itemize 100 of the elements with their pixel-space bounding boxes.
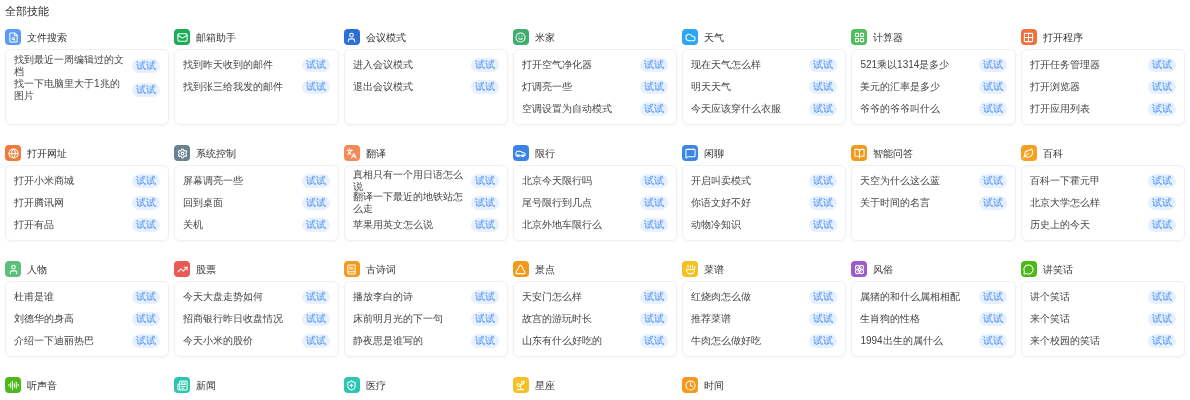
try-button[interactable]: 试试 [1148, 102, 1176, 116]
try-button[interactable]: 试试 [132, 218, 161, 232]
try-button[interactable]: 试试 [470, 80, 499, 94]
try-button[interactable]: 试试 [809, 102, 838, 116]
example-query: 打开小米商城 [14, 175, 74, 187]
try-button[interactable]: 试试 [640, 218, 669, 232]
try-button[interactable]: 试试 [978, 174, 1007, 188]
try-button[interactable]: 试试 [132, 59, 161, 73]
try-button[interactable]: 试试 [978, 196, 1007, 210]
example-query: 找一下电脑里大于1兆的图片 [14, 78, 121, 102]
example-query: 尾号限行到几点 [521, 197, 592, 209]
try-button[interactable]: 试试 [132, 174, 161, 188]
example-query: 1994出生的属什么 [860, 335, 943, 347]
example-query: 静夜思是谁写的 [352, 335, 423, 347]
try-button[interactable]: 试试 [1148, 80, 1176, 94]
example-query: 刘德华的身高 [14, 313, 74, 325]
example-query: 打开有品 [14, 219, 54, 231]
try-button[interactable]: 试试 [1148, 312, 1176, 326]
example-query: 牛肉怎么做好吃 [691, 335, 762, 347]
example-query: 故宫的游玩时长 [521, 313, 592, 325]
try-button[interactable]: 试试 [470, 312, 499, 326]
try-button[interactable]: 试试 [640, 174, 669, 188]
try-button[interactable]: 试试 [978, 58, 1007, 72]
skill-title: 景点 [534, 262, 555, 277]
try-button[interactable]: 试试 [301, 290, 330, 304]
example-query: 打开空气净化器 [521, 59, 592, 71]
try-button[interactable]: 试试 [809, 290, 838, 304]
try-button[interactable]: 试试 [978, 334, 1007, 348]
example-query: 来个校园的笑话 [1029, 335, 1100, 347]
example-query: 北京外地车限行么 [521, 219, 602, 231]
example-query: 历史上的今天 [1029, 219, 1090, 231]
try-button[interactable]: 试试 [301, 58, 330, 72]
example-query: 播放李白的诗 [352, 291, 413, 303]
skill-title: 智能问答 [873, 146, 914, 161]
skill-title: 计算器 [873, 30, 904, 45]
try-button[interactable]: 试试 [301, 196, 330, 210]
try-button[interactable]: 试试 [978, 312, 1007, 326]
try-button[interactable]: 试试 [470, 58, 499, 72]
example-query: 爷爷的爷爷叫什么 [860, 103, 941, 115]
example-query: 打开应用列表 [1029, 103, 1090, 115]
try-button[interactable]: 试试 [301, 312, 330, 326]
try-button[interactable]: 试试 [132, 83, 161, 97]
skill-title: 医疗 [365, 378, 386, 393]
example-query: 回到桌面 [183, 197, 224, 209]
skill-title: 限行 [534, 146, 555, 161]
skill-title: 股票 [196, 262, 217, 277]
try-button[interactable]: 试试 [301, 174, 330, 188]
skill-title: 打开网址 [27, 146, 67, 161]
try-button[interactable]: 试试 [809, 218, 838, 232]
example-query: 开启叫卖模式 [691, 175, 752, 187]
example-query: 明天天气 [691, 81, 732, 93]
try-button[interactable]: 试试 [301, 218, 330, 232]
try-button[interactable]: 试试 [1148, 334, 1176, 348]
try-button[interactable]: 试试 [1148, 58, 1176, 72]
try-button[interactable]: 试试 [809, 334, 838, 348]
try-button[interactable]: 试试 [470, 174, 499, 188]
try-button[interactable]: 试试 [809, 80, 838, 94]
skill-title: 系统控制 [196, 146, 237, 161]
try-button[interactable]: 试试 [470, 196, 499, 210]
try-button[interactable]: 试试 [640, 80, 669, 94]
try-button[interactable]: 试试 [809, 174, 838, 188]
try-button[interactable]: 试试 [640, 334, 669, 348]
try-button[interactable]: 试试 [978, 80, 1007, 94]
skill-title: 菜谱 [704, 262, 725, 277]
try-button[interactable]: 试试 [470, 290, 499, 304]
try-button[interactable]: 试试 [1148, 290, 1176, 304]
try-button[interactable]: 试试 [640, 58, 669, 72]
try-button[interactable]: 试试 [640, 196, 669, 210]
try-button[interactable]: 试试 [132, 312, 161, 326]
try-button[interactable]: 试试 [132, 334, 161, 348]
try-button[interactable]: 试试 [978, 102, 1007, 116]
try-button[interactable]: 试试 [809, 58, 838, 72]
try-button[interactable]: 试试 [301, 334, 330, 348]
try-button[interactable]: 试试 [132, 196, 161, 210]
example-query: 521乘以1314是多少 [860, 59, 950, 71]
try-button[interactable]: 试试 [132, 290, 161, 304]
skill-title: 天气 [704, 30, 725, 45]
example-query: 打开腾讯网 [14, 197, 64, 209]
example-query: 介绍一下迪丽热巴 [14, 335, 94, 347]
page-title: 全部技能 [5, 3, 49, 19]
try-button[interactable]: 试试 [978, 290, 1007, 304]
try-button[interactable]: 试试 [809, 196, 838, 210]
try-button[interactable]: 试试 [809, 312, 838, 326]
try-button[interactable]: 试试 [470, 334, 499, 348]
skill-title: 新闻 [196, 378, 217, 393]
example-query: 空调设置为自动模式 [521, 103, 612, 115]
skill-title: 百科 [1042, 146, 1063, 161]
try-button[interactable]: 试试 [1148, 218, 1176, 232]
try-button[interactable]: 试试 [1148, 196, 1176, 210]
example-query: 找到最近一周编辑过的文档 [14, 54, 125, 78]
try-button[interactable]: 试试 [470, 218, 499, 232]
try-button[interactable]: 试试 [640, 312, 669, 326]
example-query: 你语文好不好 [691, 197, 752, 209]
try-button[interactable]: 试试 [640, 102, 669, 116]
try-button[interactable]: 试试 [301, 80, 330, 94]
example-query: 今天大盘走势如何 [183, 291, 264, 303]
try-button[interactable]: 试试 [640, 290, 669, 304]
try-button[interactable]: 试试 [1148, 174, 1176, 188]
example-query: 天安门怎么样 [521, 291, 582, 303]
skill-title: 人物 [27, 262, 47, 277]
